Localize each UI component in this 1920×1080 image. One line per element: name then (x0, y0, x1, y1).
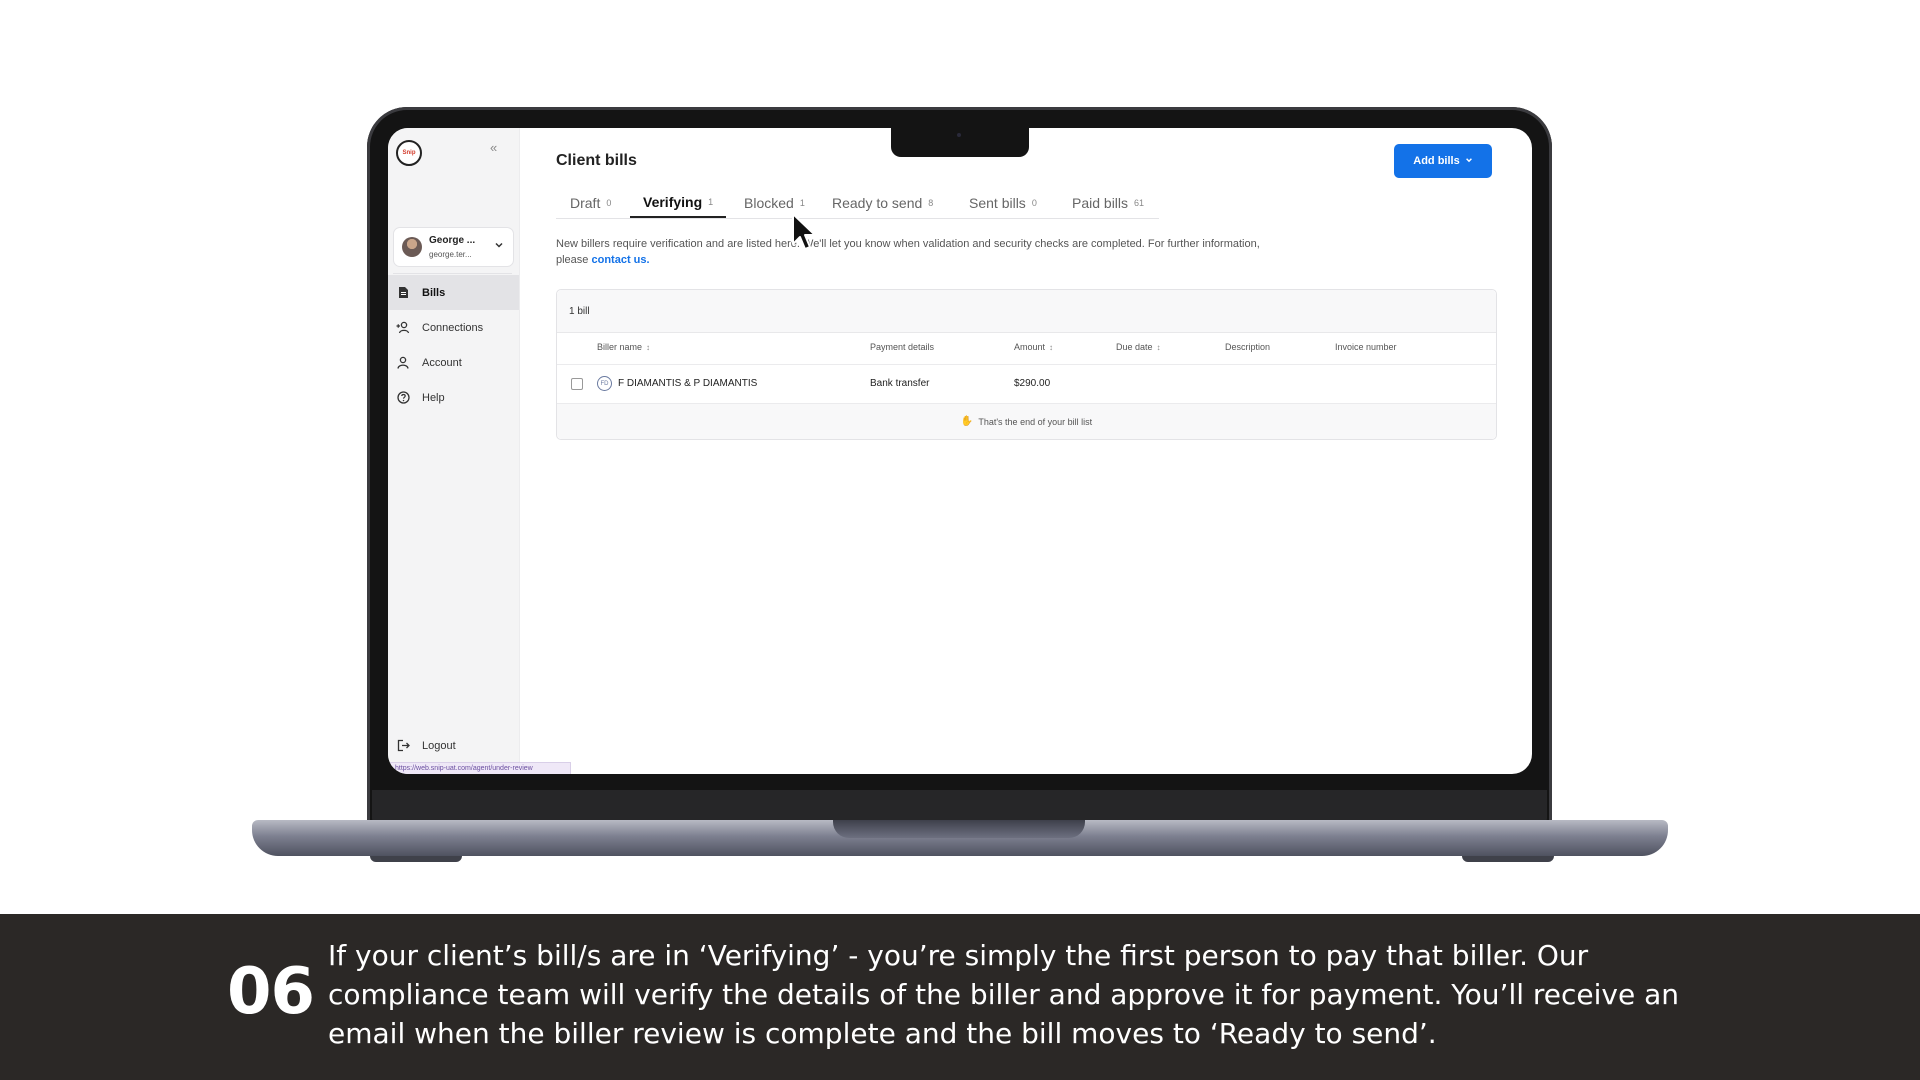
tab-label: Draft (570, 194, 601, 211)
column-header-label: Payment details (870, 342, 935, 352)
sidebar-item-account[interactable]: Account (388, 345, 519, 380)
add-bills-button[interactable]: Add bills (1394, 144, 1492, 178)
tab-sent-bills[interactable]: Sent bills 0 (969, 188, 1037, 217)
tab-count: 0 (1031, 197, 1037, 208)
table-row[interactable]: FD F DIAMANTIS & P DIAMANTIS Bank transf… (557, 365, 1496, 403)
payment-details-cell: Bank transfer (870, 378, 930, 389)
tab-count: 8 (928, 197, 934, 208)
app-window: Snip « George ... george.ter... Bills Co… (388, 128, 1532, 774)
user-switcher[interactable]: George ... george.ter... (393, 227, 514, 267)
bills-table: 1 bill Biller name ↕ Payment details Amou… (556, 289, 1497, 440)
chevron-down-icon (1465, 155, 1473, 167)
column-header-label: Description (1225, 342, 1271, 352)
tab-count: 0 (606, 197, 612, 208)
sort-icon: ↕ (646, 343, 651, 352)
sidebar-item-label: Bills (422, 286, 446, 299)
bill-icon (396, 286, 410, 300)
laptop-screen: Snip « George ... george.ter... Bills Co… (388, 128, 1532, 774)
tab-label: Blocked (744, 194, 794, 211)
tab-label: Paid bills (1072, 194, 1129, 211)
tab-label: Ready to send (832, 194, 923, 211)
biller-name-cell: F DIAMANTIS & P DIAMANTIS (618, 378, 758, 389)
column-header-biller-name[interactable]: Biller name ↕ (597, 342, 650, 352)
page-title: Client bills (556, 152, 637, 169)
sort-icon: ↕ (1049, 343, 1054, 352)
tab-label: Verifying (643, 194, 703, 210)
bill-count: 1 bill (569, 306, 590, 317)
collapse-sidebar-icon[interactable]: « (490, 140, 497, 155)
tab-draft[interactable]: Draft 0 (570, 188, 611, 217)
add-bills-label: Add bills (1413, 155, 1460, 167)
sidebar-item-label: Connections (422, 321, 484, 334)
bill-status-tabs: Draft 0 Verifying 1 Blocked 1 Ready to send… (556, 188, 1159, 219)
tab-paid-bills[interactable]: Paid bills 61 (1072, 188, 1144, 217)
sidebar-item-connections[interactable]: Connections (388, 310, 519, 345)
caption-band: 06 If your client’s bill/s are in ‘Verif… (0, 914, 1920, 1080)
end-of-list-text: That's the end of your bill list (978, 416, 1093, 427)
laptop-base-notch (833, 820, 1085, 838)
logout-icon (396, 739, 410, 753)
main-content: Client bills Add bills Draft 0 Verifying 1… (519, 128, 1532, 774)
mouse-cursor-icon (791, 212, 817, 257)
column-header-label: Due date (1116, 342, 1153, 352)
sidebar-item-label: Account (422, 356, 462, 369)
biller-avatar-icon: FD (597, 376, 612, 391)
tab-ready-to-send[interactable]: Ready to send 8 (832, 188, 933, 217)
laptop-chin (372, 790, 1547, 824)
column-header-due-date[interactable]: Due date ↕ (1116, 342, 1161, 352)
sidebar: Snip « George ... george.ter... Bills Co… (388, 128, 571, 774)
tab-verifying[interactable]: Verifying 1 (630, 188, 727, 218)
tab-count: 1 (799, 197, 805, 208)
column-header-invoice-number: Invoice number (1335, 342, 1397, 352)
column-header-label: Invoice number (1335, 342, 1397, 352)
laptop-foot-right (1462, 856, 1554, 862)
logout-button[interactable]: Logout (388, 728, 519, 763)
amount-cell: $290.00 (1014, 378, 1051, 389)
row-checkbox[interactable] (571, 378, 583, 390)
user-icon (396, 356, 410, 370)
connections-icon (396, 321, 410, 335)
verifying-info-text: New billers require verification and are… (556, 236, 1276, 268)
logout-label: Logout (422, 739, 456, 752)
screen-notch (891, 128, 1029, 157)
logo-text: Snip (402, 150, 416, 156)
info-message: New billers require verification and are… (556, 238, 1260, 266)
sidebar-item-help[interactable]: Help (388, 380, 519, 415)
tab-count: 1 (708, 197, 714, 207)
tab-label: Sent bills (969, 194, 1026, 211)
sort-icon: ↕ (1156, 343, 1161, 352)
camera-icon (957, 133, 961, 137)
column-header-label: Biller name (597, 342, 643, 352)
user-email: george.ter... (429, 250, 472, 259)
avatar (402, 237, 422, 257)
sidebar-item-bills[interactable]: Bills (388, 275, 519, 310)
column-header-amount[interactable]: Amount ↕ (1014, 342, 1053, 352)
table-end-message: ✋ That's the end of your bill list (557, 404, 1496, 439)
waving-hand-icon: ✋ (960, 416, 974, 427)
column-header-label: Amount (1014, 342, 1046, 352)
sidebar-divider (393, 273, 512, 274)
contact-us-link[interactable]: contact us. (591, 254, 649, 266)
caption-text: If your client’s bill/s are in ‘Verifyin… (328, 939, 1680, 1050)
step-number: 06 (227, 955, 315, 1029)
sidebar-item-label: Help (422, 391, 445, 404)
column-header-payment-details: Payment details (870, 342, 934, 352)
help-icon (396, 391, 410, 405)
user-name: George ... (429, 235, 476, 246)
app-logo[interactable]: Snip (396, 140, 422, 166)
table-summary-bar: 1 bill (557, 290, 1496, 333)
tab-count: 61 (1134, 197, 1145, 208)
column-header-description: Description (1225, 342, 1270, 352)
chevron-down-icon (494, 240, 504, 253)
laptop-foot-left (370, 856, 462, 862)
